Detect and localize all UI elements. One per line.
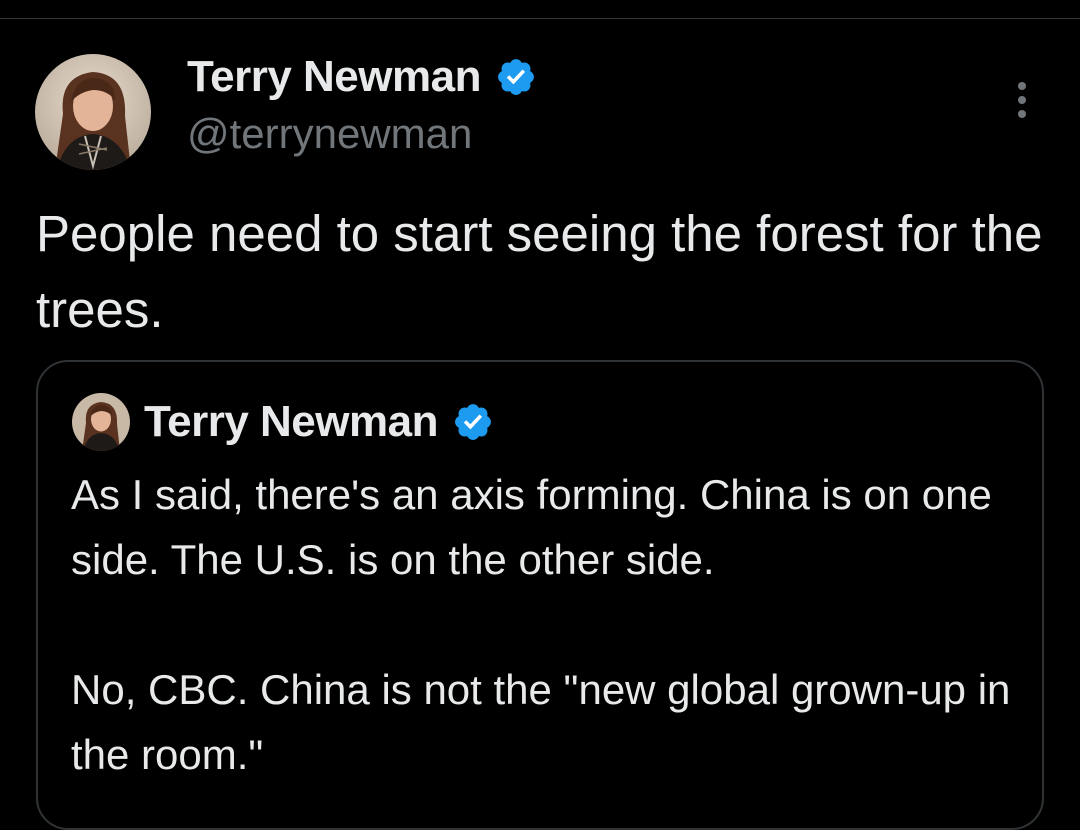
author-handle[interactable]: @terrynewman (187, 110, 472, 158)
verified-badge-icon[interactable] (495, 56, 537, 98)
top-divider (0, 18, 1080, 19)
tweet-text: People need to start seeing the forest f… (36, 205, 1043, 338)
verified-badge-icon[interactable] (452, 401, 494, 443)
quoted-author-display-name[interactable]: Terry Newman (144, 397, 438, 447)
quoted-avatar-photo (72, 393, 130, 451)
avatar-photo (35, 54, 151, 170)
quoted-tweet-paragraph: No, CBC. China is not the "new global gr… (71, 666, 1011, 778)
quoted-tweet-text: As I said, there's an axis forming. Chin… (71, 462, 1011, 787)
quoted-author-avatar[interactable] (72, 393, 130, 451)
author-avatar[interactable] (35, 54, 151, 170)
quoted-tweet-header: Terry Newman (72, 393, 494, 451)
more-options-icon[interactable] (1006, 78, 1038, 124)
quoted-tweet-paragraph: As I said, there's an axis forming. Chin… (71, 471, 992, 583)
author-display-name[interactable]: Terry Newman (187, 52, 481, 102)
author-name-row: Terry Newman (187, 50, 537, 104)
